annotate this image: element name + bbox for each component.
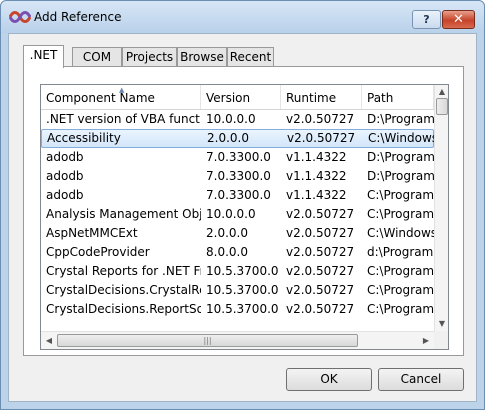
scroll-right-icon[interactable]: ▶ [418, 332, 434, 349]
sort-ascending-icon: ▲ [119, 86, 125, 94]
list-item[interactable]: adodb 7.0.3300.0 v1.1.4322 D:\Programe [41, 167, 434, 186]
list-item[interactable]: Crystal Reports for .NET Fr... 10.5.3700… [41, 262, 434, 281]
list-item[interactable]: CppCodeProvider 8.0.0.0 v2.0.50727 d:\Pr… [41, 243, 434, 262]
component-name: adodb [46, 169, 84, 183]
component-path: C:\Windows\ [367, 226, 434, 240]
component-runtime: v1.1.4322 [286, 150, 347, 164]
component-runtime: v2.0.50727 [286, 207, 355, 221]
vertical-scroll-thumb[interactable] [436, 98, 448, 115]
component-version: 2.0.0.0 [206, 226, 248, 240]
component-name: .NET version of VBA functi... [46, 112, 201, 126]
component-name: Crystal Reports for .NET Fr... [46, 264, 201, 278]
tab-browse[interactable]: Browse [177, 47, 227, 67]
component-version: 10.0.0.0 [206, 207, 256, 221]
component-runtime: v2.0.50727 [286, 112, 355, 126]
column-header-path[interactable]: Path [362, 85, 434, 109]
component-name: CppCodeProvider [46, 245, 150, 259]
close-button[interactable]: ✕ [442, 10, 475, 29]
component-path: C:\Program [367, 207, 434, 221]
title-bar[interactable]: Add Reference ? ✕ [1, 1, 484, 33]
list-item[interactable]: adodb 7.0.3300.0 v1.1.4322 C:\Program [41, 186, 434, 205]
window-title: Add Reference [34, 10, 122, 24]
tab-projects[interactable]: Projects [122, 47, 177, 67]
component-path: C:\Program [367, 188, 434, 202]
component-version: 10.0.0.0 [206, 112, 256, 126]
component-version: 10.5.3700.0 [206, 283, 279, 297]
add-reference-dialog: Add Reference ? ✕ .NET COM Projects Brow… [0, 0, 485, 410]
visual-studio-icon [9, 11, 31, 23]
component-version: 8.0.0.0 [206, 245, 248, 259]
component-path: C:\Windows\ [368, 131, 435, 145]
list-item[interactable]: AspNetMMCExt 2.0.0.0 v2.0.50727 C:\Windo… [41, 224, 434, 243]
scrollbar-corner [434, 331, 448, 349]
list-item[interactable]: .NET version of VBA functi... 10.0.0.0 v… [41, 110, 434, 129]
component-runtime: v2.0.50727 [287, 131, 356, 145]
ok-button[interactable]: OK [286, 368, 372, 391]
horizontal-scrollbar[interactable]: ◀ ||| ▶ [41, 331, 434, 349]
scroll-up-icon[interactable]: ▲ [435, 85, 448, 99]
component-version: 7.0.3300.0 [206, 150, 271, 164]
tab-dotnet[interactable]: .NET [23, 45, 64, 68]
component-path: C:\Program [367, 264, 434, 278]
component-name: AspNetMMCExt [46, 226, 138, 240]
component-path: D:\Programe [367, 169, 434, 183]
component-path: d:\Programe [367, 245, 434, 259]
component-runtime: v1.1.4322 [286, 169, 347, 183]
component-name: CrystalDecisions.CrystalRe... [46, 283, 201, 297]
component-runtime: v2.0.50727 [286, 302, 355, 316]
help-button[interactable]: ? [412, 10, 441, 29]
component-version: 7.0.3300.0 [206, 188, 271, 202]
component-path: D:\Programe [367, 112, 434, 126]
component-name: Analysis Management Obj... [46, 207, 201, 221]
list-header: ▲ Component Name Version Runtime Path [41, 85, 434, 110]
list-item[interactable]: CrystalDecisions.ReportSo... 10.5.3700.0… [41, 300, 434, 319]
list-item[interactable]: Analysis Management Obj... 10.0.0.0 v2.0… [41, 205, 434, 224]
column-header-component-name[interactable]: ▲ Component Name [41, 85, 201, 109]
component-version: 10.5.3700.0 [206, 302, 279, 316]
scroll-down-icon[interactable]: ▼ [435, 317, 448, 331]
tab-com[interactable]: COM [72, 47, 122, 67]
component-runtime: v2.0.50727 [286, 245, 355, 259]
component-path: C:\Program [367, 283, 434, 297]
dialog-content: .NET COM Projects Browse Recent ▲ Compon… [8, 33, 477, 402]
component-version: 2.0.0.0 [207, 131, 249, 145]
tab-panel-dotnet: ▲ Component Name Version Runtime Path .N… [23, 66, 464, 356]
component-name: Accessibility [47, 131, 121, 145]
vertical-scrollbar[interactable]: ▲ ▼ [434, 85, 448, 331]
component-runtime: v1.1.4322 [286, 188, 347, 202]
component-name: adodb [46, 188, 84, 202]
component-name: adodb [46, 150, 84, 164]
component-version: 7.0.3300.0 [206, 169, 271, 183]
column-header-runtime[interactable]: Runtime [281, 85, 362, 109]
list-item[interactable]: CrystalDecisions.CrystalRe... 10.5.3700.… [41, 281, 434, 300]
scroll-left-icon[interactable]: ◀ [41, 332, 57, 349]
tab-recent[interactable]: Recent [227, 47, 274, 67]
component-runtime: v2.0.50727 [286, 226, 355, 240]
list-rows: .NET version of VBA functi... 10.0.0.0 v… [41, 110, 435, 319]
list-item-selected[interactable]: Accessibility 2.0.0.0 v2.0.50727 C:\Wind… [41, 129, 435, 148]
horizontal-scroll-thumb[interactable]: ||| [57, 334, 358, 347]
component-list[interactable]: ▲ Component Name Version Runtime Path .N… [40, 84, 449, 350]
component-path: C:\Program [367, 302, 434, 316]
component-version: 10.5.3700.0 [206, 264, 279, 278]
column-header-version[interactable]: Version [201, 85, 281, 109]
cancel-button[interactable]: Cancel [378, 368, 464, 391]
component-name: CrystalDecisions.ReportSo... [46, 302, 201, 316]
component-runtime: v2.0.50727 [286, 283, 355, 297]
component-path: D:\Programe [367, 150, 434, 164]
list-item[interactable]: adodb 7.0.3300.0 v1.1.4322 D:\Programe [41, 148, 434, 167]
component-runtime: v2.0.50727 [286, 264, 355, 278]
